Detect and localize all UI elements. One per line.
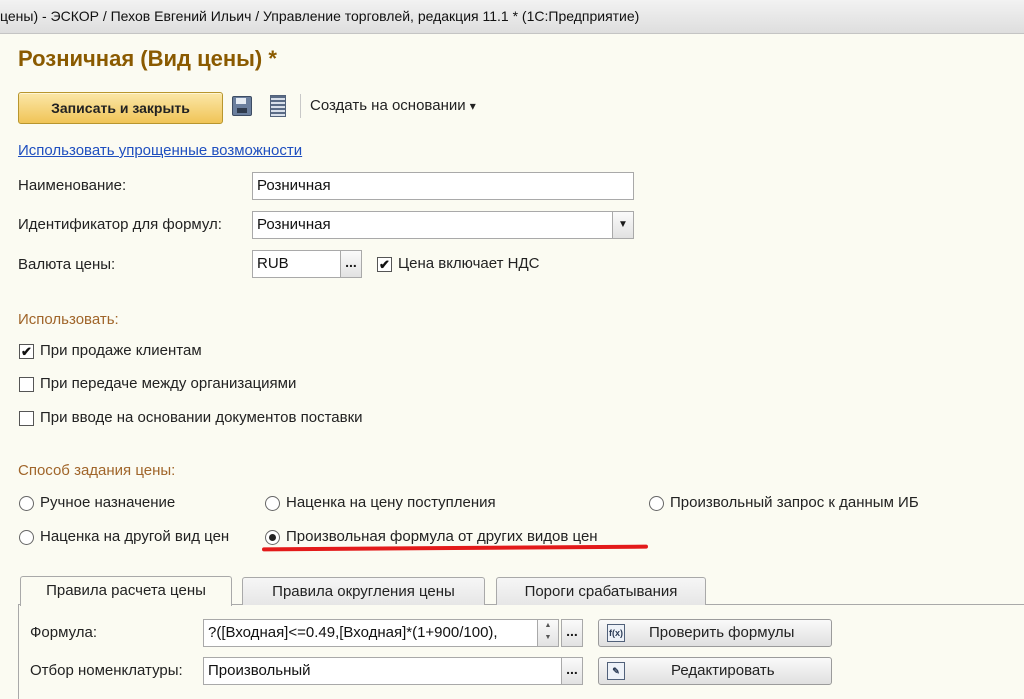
formula-id-label: Идентификатор для формул:: [18, 216, 222, 233]
markup-receipt-radio[interactable]: [265, 496, 280, 511]
markup-other-price-label: Наценка на другой вид цен: [40, 528, 230, 545]
save-and-close-button[interactable]: Записать и закрыть: [18, 92, 223, 124]
manual-radio[interactable]: [19, 496, 34, 511]
currency-label: Валюта цены:: [18, 256, 116, 273]
spin-down-icon[interactable]: ▼: [538, 632, 558, 644]
formula-input[interactable]: ?([Входная]<=0.49,[Входная]*(1+900/100),: [203, 619, 539, 647]
custom-formula-radio[interactable]: [265, 530, 280, 545]
tab-price-calc-rules[interactable]: Правила расчета цены: [20, 576, 232, 606]
markup-other-price-radio[interactable]: [19, 530, 34, 545]
create-based-on-menu[interactable]: Создать на основании ▾: [310, 97, 476, 114]
sell-to-clients-label: При продаже клиентам: [40, 342, 202, 359]
currency-select-button[interactable]: ...: [340, 250, 362, 278]
supply-docs-label: При вводе на основании документов постав…: [40, 409, 363, 426]
vat-label: Цена включает НДС: [398, 255, 540, 272]
vat-checkbox[interactable]: ✔: [377, 257, 392, 272]
formula-label: Формула:: [30, 624, 98, 641]
highlight-underline: [261, 544, 649, 552]
currency-input[interactable]: RUB: [252, 250, 342, 278]
filter-label: Отбор номенклатуры:: [30, 662, 183, 679]
spin-up-icon[interactable]: ▲: [538, 620, 558, 632]
formula-id-input[interactable]: Розничная: [252, 211, 614, 239]
form-title: Розничная (Вид цены) *: [18, 46, 277, 71]
filter-select-button[interactable]: ...: [561, 657, 583, 685]
check-formula-icon: f(x): [607, 624, 625, 642]
window-title: цены) - ЭСКОР / Пехов Евгений Ильич / Уп…: [0, 8, 640, 24]
manual-label: Ручное назначение: [40, 494, 176, 511]
window-titlebar: цены) - ЭСКОР / Пехов Евгений Ильич / Уп…: [0, 0, 1024, 34]
custom-query-label: Произвольный запрос к данным ИБ: [670, 494, 919, 511]
edit-icon: ✎: [607, 662, 625, 680]
chevron-down-icon: ▾: [469, 99, 476, 113]
name-input[interactable]: Розничная: [252, 172, 634, 200]
check-formulas-button[interactable]: f(x) Проверить формулы: [598, 619, 832, 647]
transfer-between-orgs-checkbox[interactable]: [19, 377, 34, 392]
sell-to-clients-checkbox[interactable]: ✔: [19, 344, 34, 359]
custom-query-radio[interactable]: [649, 496, 664, 511]
edit-button[interactable]: ✎ Редактировать: [598, 657, 832, 685]
custom-formula-label: Произвольная формула от других видов цен: [286, 528, 598, 545]
formula-select-button[interactable]: ...: [561, 619, 583, 647]
use-simplified-link[interactable]: Использовать упрощенные возможности: [18, 142, 302, 159]
price-method-heading: Способ задания цены:: [18, 462, 176, 479]
toolbar-separator: [300, 94, 301, 118]
markup-receipt-label: Наценка на цену поступления: [286, 494, 496, 511]
name-label: Наименование:: [18, 177, 127, 194]
tab-rounding-rules[interactable]: Правила округления цены: [242, 577, 485, 605]
supply-docs-checkbox[interactable]: [19, 411, 34, 426]
save-icon[interactable]: [232, 96, 252, 116]
use-section-heading: Использовать:: [18, 311, 119, 328]
dropdown-arrow-icon[interactable]: ▼: [612, 211, 634, 239]
filter-input[interactable]: Произвольный: [203, 657, 563, 685]
tab-thresholds[interactable]: Пороги срабатывания: [496, 577, 706, 605]
spin-icon[interactable]: ▲ ▼: [537, 619, 559, 647]
transfer-between-orgs-label: При передаче между организациями: [40, 375, 297, 392]
check-formulas-label: Проверить формулы: [649, 624, 795, 641]
edit-button-label: Редактировать: [671, 662, 775, 679]
list-icon[interactable]: [270, 95, 286, 117]
create-based-on-label: Создать на основании: [310, 97, 466, 114]
